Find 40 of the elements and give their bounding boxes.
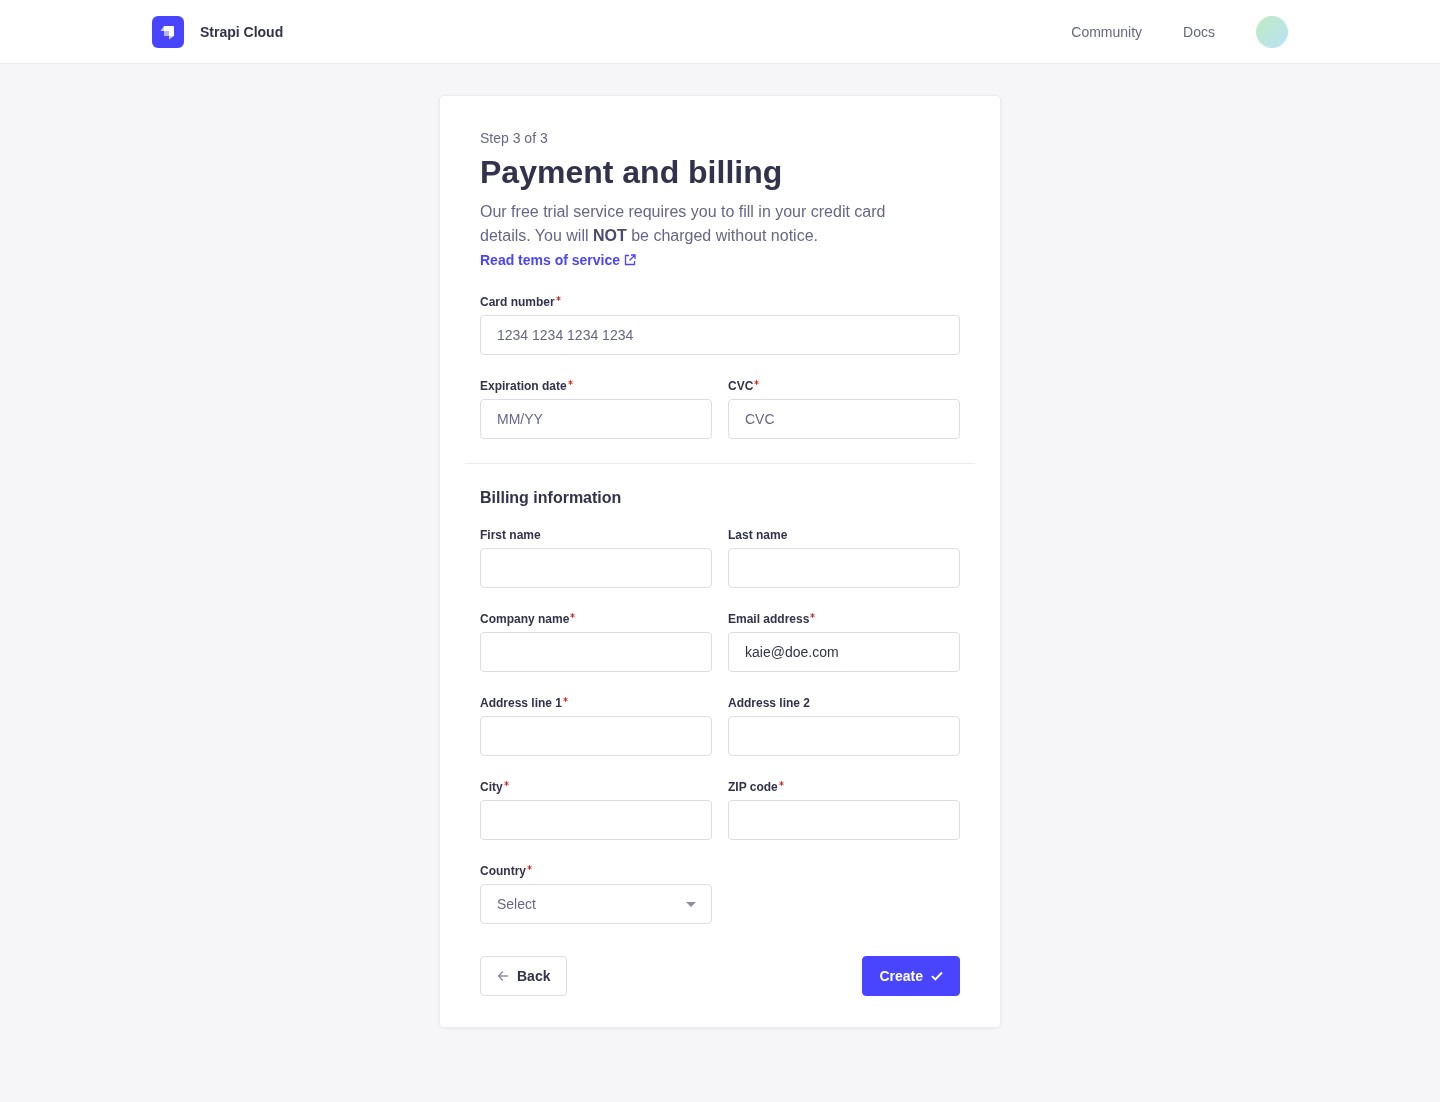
field-label: Expiration date bbox=[480, 378, 567, 394]
field-label: CVC bbox=[728, 378, 754, 394]
back-button[interactable]: Back bbox=[480, 956, 568, 996]
input-field[interactable] bbox=[480, 632, 712, 672]
page-title: Payment and billing bbox=[480, 153, 784, 192]
field-label: Last name bbox=[728, 527, 788, 543]
field-label: City bbox=[480, 779, 503, 795]
field-label: Address line 2 bbox=[728, 695, 811, 711]
field-label: Card number bbox=[480, 294, 555, 310]
select-field[interactable]: Select bbox=[480, 884, 712, 924]
avatar-icon[interactable] bbox=[1256, 15, 1288, 48]
brand-name: Strapi Cloud bbox=[200, 23, 284, 40]
external-link-icon bbox=[624, 254, 637, 266]
field-label: First name bbox=[480, 527, 541, 543]
arrow-left-icon bbox=[497, 970, 509, 982]
input-field[interactable]: 1234 1234 1234 1234 bbox=[480, 315, 960, 355]
input-field[interactable] bbox=[728, 548, 960, 588]
field-label: ZIP code bbox=[728, 779, 778, 795]
input-field[interactable]: kaie@doe.com bbox=[728, 632, 960, 672]
logo-icon[interactable] bbox=[152, 15, 184, 48]
input-field[interactable] bbox=[480, 548, 712, 588]
terms-link[interactable]: Read tems of service bbox=[480, 248, 637, 272]
section-title: Billing information bbox=[480, 488, 623, 508]
intro-text: Our free trial service requires you to fill in your credit card details. You will NOT be charged without notice. Read tems of service bbox=[480, 200, 920, 272]
nav-link[interactable]: Docs bbox=[1183, 23, 1215, 40]
check-icon bbox=[931, 971, 943, 981]
input-field[interactable]: MM/YY bbox=[480, 399, 712, 439]
input-field[interactable] bbox=[728, 716, 960, 756]
input-field[interactable] bbox=[728, 800, 960, 840]
caret-icon bbox=[686, 901, 696, 907]
input-field[interactable] bbox=[480, 800, 712, 840]
input-field[interactable]: CVC bbox=[728, 399, 960, 439]
field-label: Email address bbox=[728, 611, 810, 627]
submit-button[interactable]: Create bbox=[862, 956, 960, 996]
field-label: Address line 1 bbox=[480, 695, 563, 711]
field-label: Country bbox=[480, 863, 526, 879]
step-indicator: Step 3 of 3 bbox=[480, 129, 549, 148]
field-label: Company name bbox=[480, 611, 570, 627]
nav-link[interactable]: Community bbox=[1071, 23, 1143, 40]
input-field[interactable] bbox=[480, 716, 712, 756]
